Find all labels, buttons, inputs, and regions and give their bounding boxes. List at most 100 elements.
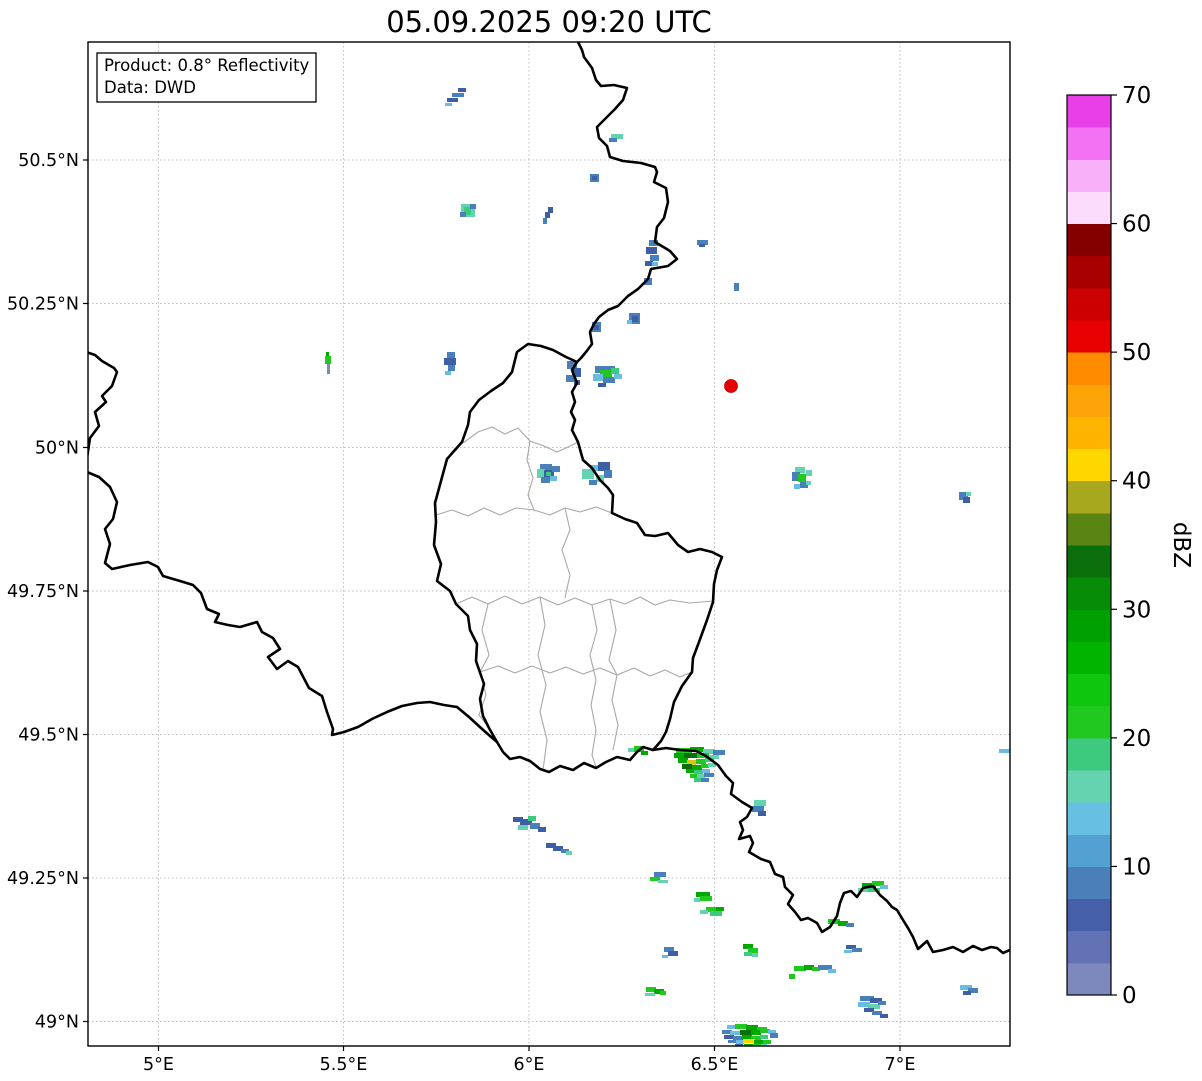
- radar-echo: [743, 1039, 755, 1043]
- radar-echo: [798, 474, 806, 482]
- radar-echo: [751, 1030, 761, 1035]
- radar-echo: [552, 466, 560, 472]
- radar-echo: [627, 320, 632, 324]
- radar-echo: [537, 469, 545, 478]
- radar-echo: [699, 244, 705, 247]
- radar-echo: [696, 759, 706, 764]
- colorbar-tick-label: 20: [1122, 726, 1151, 752]
- radar-echo: [758, 811, 766, 816]
- colorbar-segment: [1067, 448, 1111, 482]
- radar-echo: [589, 480, 597, 485]
- radar-echo: [566, 375, 574, 382]
- radar-echo: [538, 827, 546, 832]
- colorbar-segment: [1067, 962, 1111, 996]
- y-axis-ticks: 50.5°N 50.25°N 50°N 49.75°N 49.5°N 49.25°N 49°…: [7, 151, 88, 1033]
- figure-title: 05.09.2025 09:20 UTC: [386, 5, 712, 39]
- colorbar-segment: [1067, 609, 1111, 642]
- colorbar-segment: [1067, 512, 1111, 546]
- radar-echo: [592, 176, 597, 180]
- radar-echo: [700, 910, 708, 914]
- radar-echo: [645, 261, 653, 266]
- y-tick-label: 50°N: [35, 439, 79, 459]
- x-tick-label: 5°E: [143, 1055, 174, 1075]
- radar-echo: [700, 896, 712, 901]
- radar-echo: [546, 472, 551, 476]
- radar-echo: [598, 462, 610, 471]
- radar-echo: [445, 103, 452, 106]
- radar-echo: [852, 948, 862, 952]
- radar-echo: [736, 1040, 744, 1044]
- radar-echo: [763, 1040, 771, 1044]
- y-tick-label: 49.25°N: [7, 869, 79, 889]
- y-tick-label: 49°N: [35, 1013, 79, 1033]
- radar-echo: [598, 383, 606, 387]
- radar-echo: [518, 825, 528, 830]
- colorbar-segment: [1067, 834, 1111, 867]
- colorbar-segment: [1067, 384, 1111, 417]
- colorbar-tick-label: 10: [1122, 854, 1151, 880]
- radar-echo: [604, 470, 612, 478]
- radar-echo: [713, 750, 725, 755]
- colorbar-segment: [1067, 737, 1111, 771]
- plot-area: [88, 42, 1010, 1046]
- colorbar-segment: [1067, 416, 1111, 450]
- radar-echo: [844, 950, 852, 953]
- radar-map-figure: 5°E 5.5°E 6°E 6.5°E 7°E 50.5°N 50.25°N 50°N 49.…: [0, 0, 1202, 1081]
- radar-echo: [684, 753, 698, 758]
- radar-echo: [458, 88, 466, 92]
- radar-echo: [327, 364, 330, 374]
- colorbar-tick-label: 40: [1122, 469, 1151, 495]
- radar-echo: [528, 816, 536, 821]
- radar-echo: [752, 953, 758, 957]
- x-tick-label: 6.5°E: [691, 1055, 739, 1075]
- y-tick-label: 50.25°N: [7, 295, 79, 315]
- radar-echo: [963, 991, 971, 995]
- radar-echo: [704, 773, 714, 777]
- radar-echo: [694, 770, 703, 774]
- radar-echo: [999, 749, 1010, 753]
- radar-echo: [880, 1014, 888, 1018]
- colorbar-tick-label: 50: [1122, 340, 1151, 366]
- radar-echo: [641, 751, 648, 755]
- radar-echo: [566, 851, 572, 855]
- radar-echo: [609, 138, 617, 142]
- y-tick-label: 50.5°N: [18, 151, 79, 171]
- radar-echo: [646, 247, 657, 254]
- radar-echo: [760, 1035, 768, 1039]
- colorbar-label: dBZ: [1168, 522, 1194, 568]
- colorbar-segment: [1067, 705, 1111, 739]
- radar-echo: [470, 204, 476, 209]
- radar-echo: [716, 907, 724, 911]
- radar-echo: [445, 371, 451, 375]
- colorbar-segment: [1067, 127, 1111, 160]
- radar-echo: [686, 769, 695, 773]
- radar-echo: [678, 758, 688, 763]
- radar-echo: [550, 476, 557, 481]
- radar-echo: [650, 255, 659, 261]
- radar-site-marker-group: [724, 379, 738, 393]
- radar-echo: [694, 898, 700, 902]
- radar-echo: [878, 1001, 886, 1005]
- radar-echo: [754, 1040, 764, 1044]
- colorbar-tick-label: 0: [1122, 983, 1137, 1009]
- radar-echo: [806, 470, 812, 476]
- radar-echo: [701, 778, 709, 782]
- radar-echo: [754, 800, 766, 806]
- radar-echo: [325, 356, 331, 364]
- colorbar-segment: [1067, 898, 1111, 932]
- colorbar-tick-label: 60: [1122, 212, 1151, 238]
- colorbar: 0 10 20 30 40 50 60 70: [1066, 83, 1151, 1009]
- colorbar-tick-label: 70: [1122, 83, 1151, 109]
- x-tick-label: 7°E: [885, 1055, 916, 1075]
- radar-echo: [789, 974, 795, 979]
- radar-echo: [728, 1040, 736, 1043]
- colorbar-segment: [1067, 545, 1111, 578]
- radar-echo: [654, 872, 666, 877]
- radar-echo: [966, 492, 971, 496]
- colorbar-segment: [1067, 287, 1111, 321]
- radar-echo: [697, 774, 705, 778]
- radar-echo: [682, 764, 692, 769]
- radar-echo: [733, 1036, 743, 1040]
- colorbar-segment: [1067, 95, 1111, 128]
- radar-echo: [593, 374, 603, 381]
